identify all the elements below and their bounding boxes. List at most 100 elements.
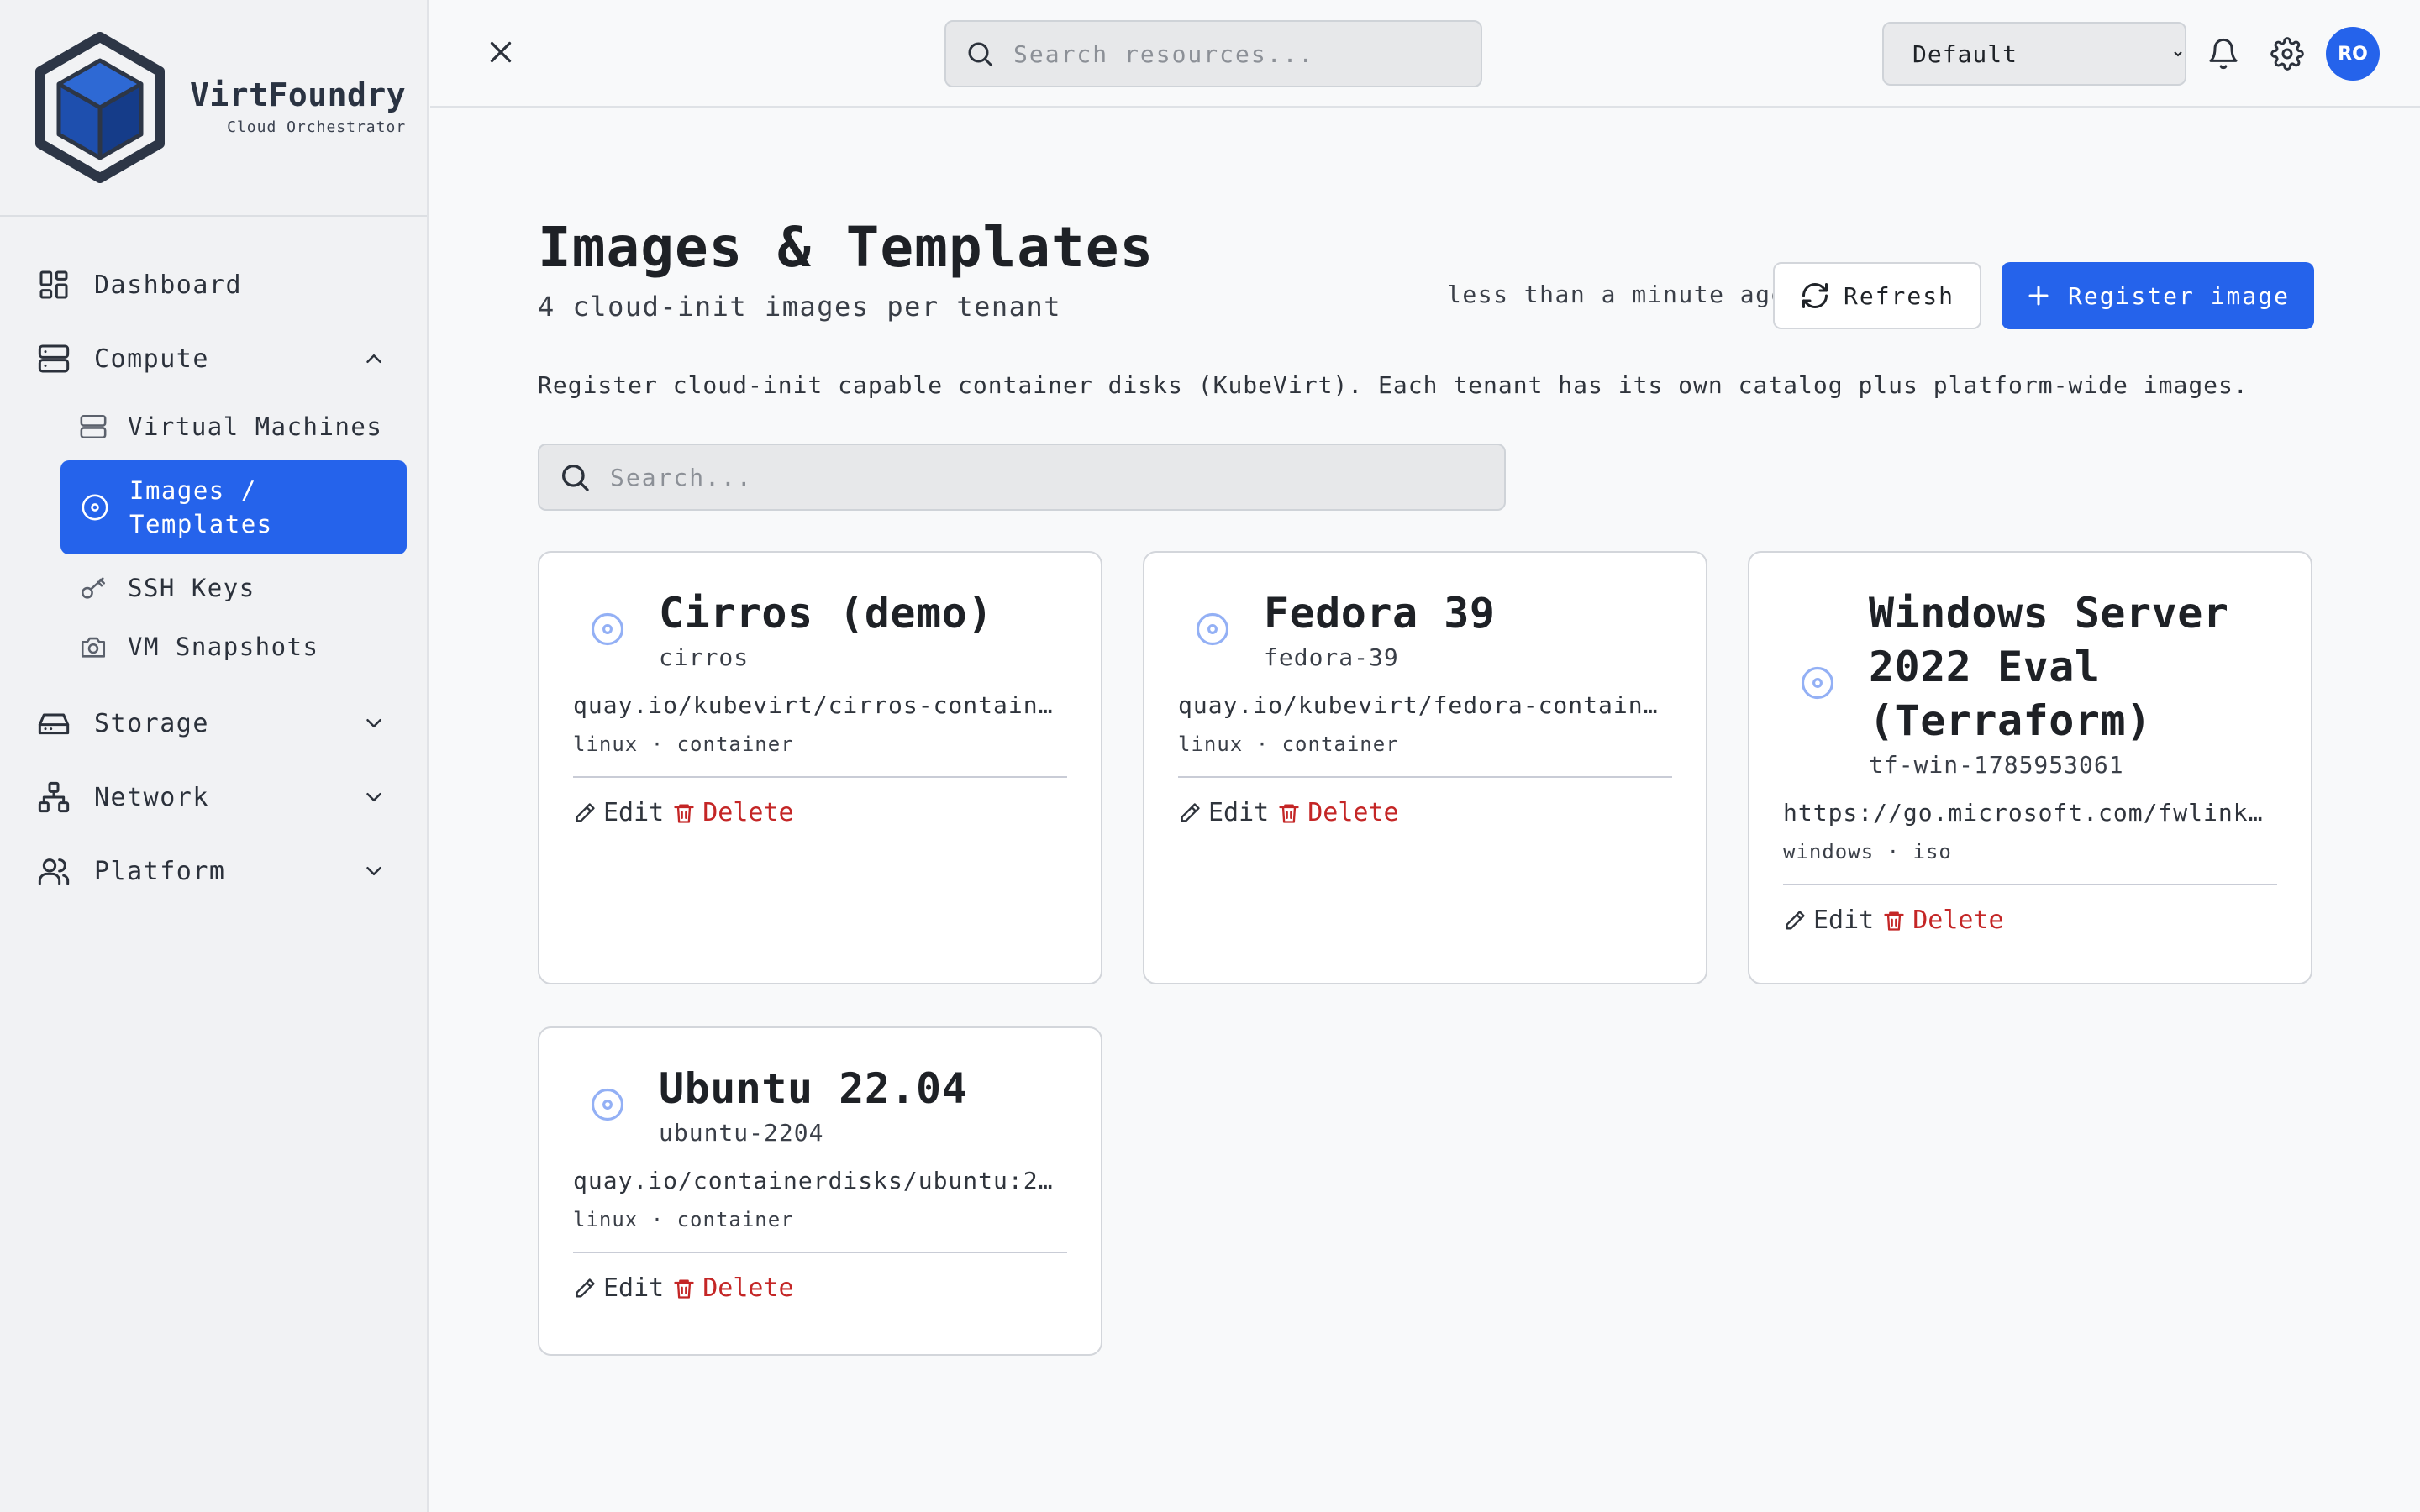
plus-icon xyxy=(2028,286,2049,306)
server-icon xyxy=(80,414,107,439)
image-search[interactable] xyxy=(538,444,1506,511)
edit-label: Edit xyxy=(1813,906,1875,935)
trash-icon xyxy=(674,804,694,823)
chevron-down-icon xyxy=(366,793,381,801)
image-source: https://go.microsoft.com/fwlink/?linkid=… xyxy=(1783,799,2277,827)
nav-subitem-label-line2: Templates xyxy=(129,510,273,538)
search-icon xyxy=(562,465,589,491)
delete-label: Delete xyxy=(1912,906,2004,935)
image-title: Fedora 39 xyxy=(1264,589,1496,638)
page-description: Register cloud-init capable container di… xyxy=(538,371,2249,399)
page-subtitle: 4 cloud-init images per tenant xyxy=(538,291,1061,323)
edit-label: Edit xyxy=(603,1273,665,1303)
nav-item-label: Compute xyxy=(94,344,209,374)
nav-item-label: Storage xyxy=(94,708,209,738)
close-icon[interactable] xyxy=(486,37,516,67)
cube-logo-icon xyxy=(35,32,165,183)
trash-icon xyxy=(1884,911,1904,931)
chevron-up-icon xyxy=(366,354,381,363)
pencil-icon xyxy=(1786,910,1805,929)
hard-drive-icon xyxy=(38,713,70,735)
nav-subitem-label: Virtual Machines xyxy=(128,412,383,441)
network-icon xyxy=(38,781,70,813)
topbar: Default RO xyxy=(430,0,2420,108)
nav-subitem-ssh-keys[interactable]: SSH Keys xyxy=(79,563,427,613)
edit-button[interactable]: Edit xyxy=(573,798,664,827)
image-tags: linux · container xyxy=(573,732,1067,778)
image-slug: tf-win-1785953061 xyxy=(1869,751,2124,779)
chevron-down-icon xyxy=(366,867,381,875)
users-icon xyxy=(38,858,70,885)
image-title: Windows Server 2022 Eval (Terraform) xyxy=(1869,589,2229,745)
image-card: Ubuntu 22.04 ubuntu-2204 quay.io/contain… xyxy=(538,1026,1102,1356)
image-tags: windows · iso xyxy=(1783,840,2277,885)
image-card: Fedora 39 fedora-39 quay.io/kubevirt/fed… xyxy=(1143,551,1707,984)
last-updated: less than a minute ago xyxy=(1447,281,1786,308)
edit-label: Edit xyxy=(603,798,665,827)
delete-label: Delete xyxy=(1307,798,1399,827)
trash-icon xyxy=(674,1279,694,1299)
image-card: Windows Server 2022 Eval (Terraform) tf-… xyxy=(1748,551,2312,984)
bell-icon[interactable] xyxy=(2207,37,2240,71)
image-source: quay.io/kubevirt/fedora-container-disk-d… xyxy=(1178,691,1672,719)
gear-icon[interactable] xyxy=(2270,37,2304,71)
pencil-icon xyxy=(576,802,595,822)
page-title: Images & Templates xyxy=(538,215,1155,280)
brand[interactable]: VirtFoundry Cloud Orchestrator xyxy=(0,0,427,217)
camera-icon xyxy=(81,637,106,658)
delete-button[interactable]: Delete xyxy=(1277,798,1399,827)
tenant-select[interactable]: Default xyxy=(1882,22,2186,86)
refresh-icon xyxy=(1802,283,1828,308)
image-tags: linux · container xyxy=(1178,732,1672,778)
delete-label: Delete xyxy=(702,1273,794,1303)
server-icon xyxy=(38,344,70,373)
dashboard-icon xyxy=(39,270,68,299)
edit-button[interactable]: Edit xyxy=(1783,906,1874,935)
global-search-input[interactable] xyxy=(1013,39,1450,68)
nav-item-label: Network xyxy=(94,782,209,812)
delete-button[interactable]: Delete xyxy=(672,798,794,827)
nav-subitem-vm-snapshots[interactable]: VM Snapshots xyxy=(79,622,427,672)
brand-subtitle: Cloud Orchestrator xyxy=(227,118,407,136)
image-title: Cirros (demo) xyxy=(659,589,993,638)
nav-item-label: Dashboard xyxy=(94,270,243,300)
image-slug: fedora-39 xyxy=(1264,643,1399,671)
key-icon xyxy=(81,577,106,599)
nav-subitem-images-templates[interactable]: Images / Templates xyxy=(60,460,407,554)
image-slug: ubuntu-2204 xyxy=(659,1119,824,1147)
delete-label: Delete xyxy=(702,798,794,827)
image-search-input[interactable] xyxy=(610,463,1047,491)
edit-button[interactable]: Edit xyxy=(573,1273,664,1303)
disc-icon xyxy=(591,1088,624,1121)
nav-subitem-virtual-machines[interactable]: Virtual Machines xyxy=(79,402,427,452)
delete-button[interactable]: Delete xyxy=(672,1273,794,1303)
disc-icon xyxy=(82,494,108,521)
nav-item-network[interactable]: Network xyxy=(37,771,387,823)
nav-subitem-label: VM Snapshots xyxy=(128,633,319,661)
nav-item-storage[interactable]: Storage xyxy=(37,697,387,749)
nav-item-dashboard[interactable]: Dashboard xyxy=(37,259,387,311)
edit-button[interactable]: Edit xyxy=(1178,798,1269,827)
delete-button[interactable]: Delete xyxy=(1882,906,2004,935)
disc-icon xyxy=(1196,612,1229,645)
register-image-button[interactable]: Register image xyxy=(2002,262,2314,329)
image-source: quay.io/kubevirt/cirros-container-disk-d… xyxy=(573,691,1067,719)
edit-label: Edit xyxy=(1208,798,1270,827)
brand-name: VirtFoundry xyxy=(190,76,407,113)
disc-icon xyxy=(591,612,624,645)
image-title: Ubuntu 22.04 xyxy=(659,1064,968,1113)
global-search[interactable] xyxy=(944,20,1482,87)
disc-icon xyxy=(1801,666,1834,699)
pencil-icon xyxy=(576,1278,595,1297)
nav-item-compute[interactable]: Compute xyxy=(37,333,387,385)
nav-subitem-label-line1: Images / xyxy=(129,476,257,505)
user-avatar[interactable]: RO xyxy=(2326,27,2380,81)
sidebar: VirtFoundry Cloud Orchestrator Dashboard… xyxy=(0,0,429,1512)
nav-subitem-label: SSH Keys xyxy=(128,574,255,602)
main-nav: Dashboard Compute Virtual Machines Image… xyxy=(0,217,427,897)
refresh-button[interactable]: Refresh xyxy=(1773,262,1981,329)
nav-subitem-label: Images / Templates xyxy=(129,474,273,541)
search-icon xyxy=(968,42,992,66)
nav-item-platform[interactable]: Platform xyxy=(37,845,387,897)
refresh-label: Refresh xyxy=(1843,281,1954,310)
